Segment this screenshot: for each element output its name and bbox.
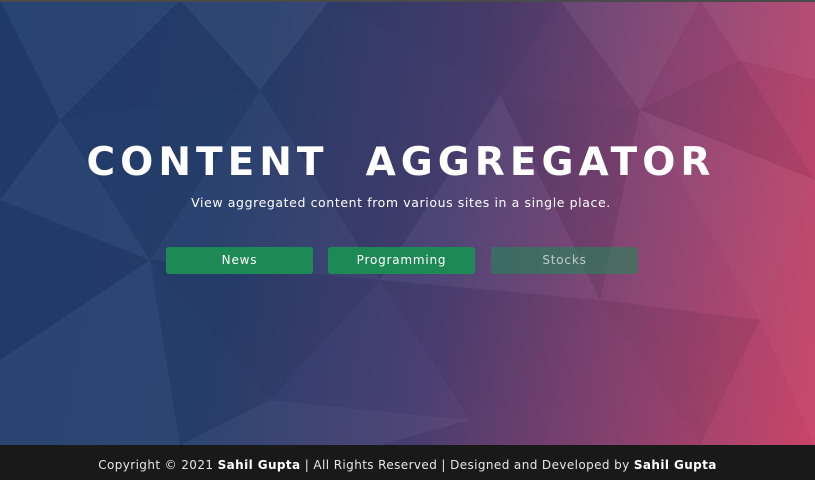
hero-section: CONTENT AGGREGATOR View aggregated conte… <box>0 0 815 445</box>
page: CONTENT AGGREGATOR View aggregated conte… <box>0 0 815 480</box>
footer-developer-name: Sahil Gupta <box>633 458 717 472</box>
programming-button[interactable]: Programming <box>328 247 475 274</box>
page-subtitle: View aggregated content from various sit… <box>191 195 611 210</box>
footer-rights-text: | All Rights Reserved | Designed and Dev… <box>304 458 630 472</box>
footer-copyright: Copyright © 2021 <box>98 458 214 472</box>
news-button[interactable]: News <box>166 247 313 274</box>
top-border <box>0 0 815 2</box>
page-title: CONTENT AGGREGATOR <box>86 140 716 185</box>
low-poly-background <box>0 0 815 445</box>
stocks-button[interactable]: Stocks <box>491 247 638 274</box>
footer-author-name: Sahil Gupta <box>217 458 301 472</box>
footer: Copyright © 2021 Sahil Gupta | All Right… <box>0 445 815 480</box>
